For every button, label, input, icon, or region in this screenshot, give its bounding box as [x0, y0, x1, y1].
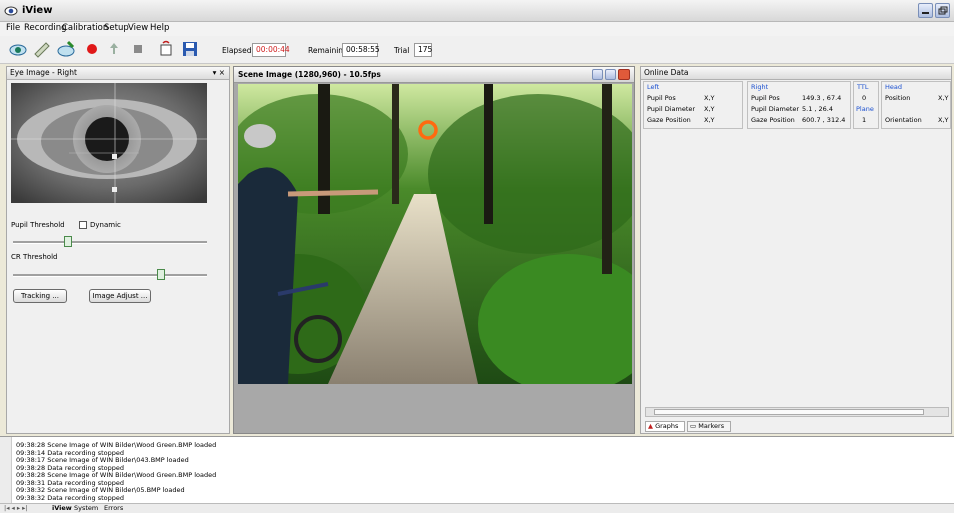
head-header: Head	[885, 83, 902, 91]
scene-minimize-button[interactable]	[592, 69, 603, 80]
minimize-button[interactable]	[918, 3, 933, 18]
accuracy-icon[interactable]	[56, 39, 76, 59]
pupil-threshold-track	[13, 241, 207, 244]
right-pupil-pos-value: 149.3 , 67.4	[802, 94, 842, 102]
menu-setup[interactable]: Setup	[104, 23, 129, 33]
restore-button[interactable]	[935, 3, 950, 18]
toolbar: Elapsed 00:00:44 Remaining 00:58:55 Tria…	[0, 36, 954, 64]
trial-label: Trial	[394, 46, 410, 55]
menu-bar: File Recording Calibration Setup View He…	[0, 22, 954, 36]
minimize-icon	[922, 12, 929, 14]
log-tab-system[interactable]: System	[74, 504, 98, 512]
tab-graphs[interactable]: ▲ Graphs	[645, 421, 685, 432]
menu-view[interactable]: View	[128, 23, 148, 33]
left-pupil-pos-value: X,Y	[704, 94, 715, 102]
head-orientation-value: X,Y	[938, 116, 949, 124]
graphs-icon: ▲	[648, 422, 653, 430]
record-icon[interactable]	[82, 39, 102, 59]
scene-window-titlebar: Scene Image (1280,960) - 10.5fps	[234, 67, 634, 83]
scrollbar-thumb[interactable]	[654, 409, 924, 415]
stop-icon[interactable]	[128, 39, 148, 59]
online-data-panel: Online Data Left Pupil Pos X,Y Pupil Dia…	[640, 66, 952, 434]
app-eye-icon	[4, 6, 18, 16]
right-gaze-position-value: 600.7 , 312.4	[802, 116, 846, 124]
menu-help[interactable]: Help	[150, 23, 169, 33]
eye-camera-image	[11, 83, 207, 203]
title-bar: iView	[0, 0, 954, 22]
right-pupil-diameter-label: Pupil Diameter	[751, 105, 800, 113]
left-pupil-diameter-label: Pupil Diameter	[647, 105, 696, 113]
log-panel: 09:38:28 Scene Image of WIN Bilder\Wood …	[0, 436, 954, 513]
cr-threshold-label: CR Threshold	[11, 253, 58, 261]
menu-calibration[interactable]: Calibration	[62, 23, 108, 33]
log-gutter	[0, 437, 12, 505]
window-title: iView	[22, 5, 53, 16]
trial-value: 175	[414, 43, 432, 57]
scene-image	[238, 84, 632, 384]
panel-close-icon[interactable]: ▾ ×	[213, 67, 225, 78]
menu-recording[interactable]: Recording	[24, 23, 67, 33]
restore-icon	[938, 6, 948, 15]
left-eye-group: Left Pupil Pos X,Y Pupil Diameter X,Y Ga…	[643, 81, 743, 129]
record-dot	[87, 44, 97, 54]
elapsed-value: 00:00:44	[252, 43, 290, 57]
scene-window-title: Scene Image (1280,960) - 10.5fps	[238, 70, 381, 79]
plane-header: Plane	[856, 105, 874, 113]
tab-markers-label: Markers	[698, 422, 725, 430]
left-eye-header: Left	[647, 83, 660, 91]
scene-close-button[interactable]	[618, 69, 630, 80]
tab-graphs-label: Graphs	[655, 422, 679, 430]
validate-icon[interactable]	[32, 39, 52, 59]
snapshot-icon[interactable]	[156, 39, 176, 59]
log-line: 09:38:32 Data recording stopped	[16, 493, 125, 502]
head-position-label: Position	[885, 94, 911, 102]
plane-value: 1	[862, 116, 867, 124]
ttl-value: 0	[862, 94, 867, 102]
eye-image-panel: Eye Image - Right ▾ × Pupil Threshold Dyn…	[6, 66, 230, 434]
right-pupil-pos-label: Pupil Pos	[751, 94, 780, 102]
image-adjust-button[interactable]: Image Adjust ...	[89, 289, 151, 303]
eye-calibrate-icon[interactable]	[8, 39, 28, 59]
eye-panel-title: Eye Image - Right	[10, 68, 77, 77]
right-eye-header: Right	[751, 83, 769, 91]
log-nav-arrows-icon[interactable]: |◂ ◂ ▸ ▸|	[4, 504, 28, 512]
head-position-value: X,Y	[938, 94, 949, 102]
save-icon[interactable]	[180, 39, 200, 59]
left-pupil-pos-label: Pupil Pos	[647, 94, 676, 102]
right-gaze-position-label: Gaze Position	[751, 116, 795, 124]
log-tab-errors[interactable]: Errors	[104, 504, 123, 512]
scene-image-window: Scene Image (1280,960) - 10.5fps	[233, 66, 635, 434]
online-data-header: Online Data	[641, 67, 951, 80]
right-eye-group: Right Pupil Pos 149.3 , 67.4 Pupil Diame…	[747, 81, 851, 129]
cr-threshold-slider[interactable]	[157, 269, 166, 280]
right-pupil-diameter-value: 5.1 , 26.4	[802, 105, 834, 113]
pupil-threshold-slider[interactable]	[64, 236, 73, 247]
remaining-value: 00:58:55	[342, 43, 380, 57]
tracking-button[interactable]: Tracking ...	[13, 289, 67, 303]
dynamic-label: Dynamic	[90, 221, 121, 229]
eye-panel-header: Eye Image - Right ▾ ×	[7, 67, 229, 80]
left-pupil-diameter-value: X,Y	[704, 105, 715, 113]
horizontal-scrollbar[interactable]	[645, 407, 949, 417]
menu-file[interactable]: File	[6, 23, 20, 33]
cr-threshold-track	[13, 274, 207, 277]
left-gaze-position-value: X,Y	[704, 116, 715, 124]
tab-markers[interactable]: ▭ Markers	[687, 421, 731, 432]
ttl-plane-group: TTL 0 Plane 1	[853, 81, 879, 129]
elapsed-label: Elapsed	[222, 46, 252, 55]
left-gaze-position-label: Gaze Position	[647, 116, 691, 124]
markers-icon: ▭	[690, 422, 697, 430]
online-data-title: Online Data	[644, 68, 689, 77]
pause-icon[interactable]	[104, 39, 124, 59]
head-orientation-label: Orientation	[885, 116, 922, 124]
dynamic-checkbox[interactable]	[79, 221, 87, 229]
pupil-threshold-label: Pupil Threshold	[11, 221, 65, 229]
head-group: Head Position X,Y Orientation X,Y	[881, 81, 951, 129]
log-tab-iview[interactable]: iView	[52, 504, 72, 512]
ttl-header: TTL	[857, 83, 869, 91]
scene-maximize-button[interactable]	[605, 69, 616, 80]
